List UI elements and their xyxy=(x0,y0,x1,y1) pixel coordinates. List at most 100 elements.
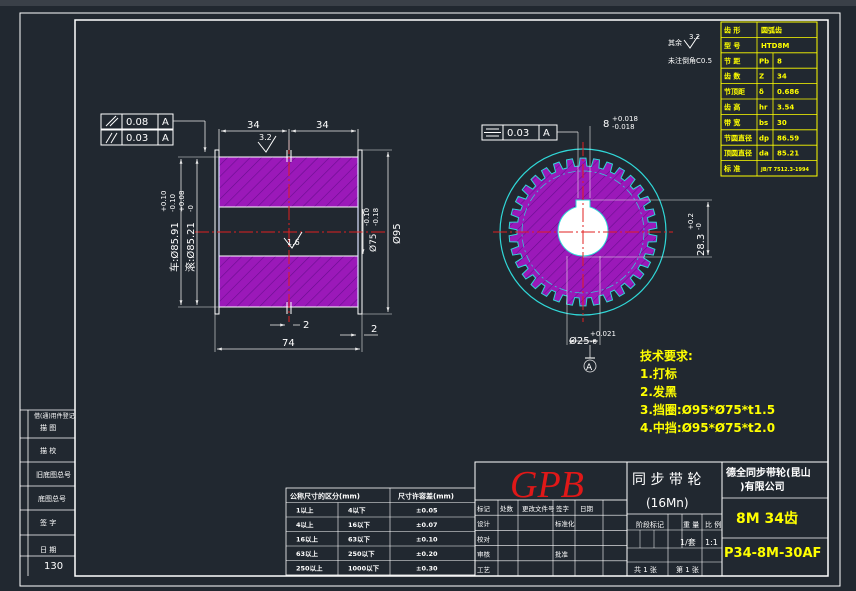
dim-keyway-tol-lower: -0.018 xyxy=(612,123,635,131)
drawing-scale: 1:1 xyxy=(705,538,718,547)
tol-row-value: ±0.05 xyxy=(416,507,438,515)
tol-row-to: 250以下 xyxy=(348,550,375,558)
revision-row-label: 工艺 xyxy=(477,566,491,574)
svg-text:0.03: 0.03 xyxy=(126,133,148,144)
dim-od-outer: 车:Ø85.91 xyxy=(168,222,181,272)
svg-text:借(通)用件登记: 借(通)用件登记 xyxy=(34,412,75,420)
dim-gap-flange: 2 xyxy=(371,324,377,335)
tech-req-title: 技术要求: xyxy=(640,348,693,363)
dim-od-outer-tol-upper: +0.10 xyxy=(160,191,168,212)
dim-od-inner-tol-upper: +0.08 xyxy=(178,191,186,212)
tol-row-value: ±0.20 xyxy=(416,550,438,558)
param-row-value: 86.59 xyxy=(777,134,799,142)
dim-keyway-depth-tol-upper: +0.2 xyxy=(687,213,695,230)
dim-bore: Ø75 xyxy=(368,233,379,252)
part-name: 同 步 带 轮 xyxy=(632,472,701,488)
param-row-label: 型 号 xyxy=(724,41,740,50)
revision-header: 更改文件号 xyxy=(522,504,555,513)
svg-text:A: A xyxy=(162,133,169,144)
tol-row-to: 4以下 xyxy=(348,507,366,515)
svg-text:比 例: 比 例 xyxy=(705,520,721,529)
svg-text:3.2: 3.2 xyxy=(689,33,700,41)
revision-row-right: 标准化 xyxy=(555,519,575,528)
tolerance-frame-symmetry: 0.03 A xyxy=(481,124,558,141)
right-gear-view: 0.03 A 8 +0.018 -0.018 28.3 +0.2 -0 Ø25 … xyxy=(481,115,712,373)
technical-requirements: 技术要求: 1.打标 2.发黑 3.挡圈:Ø95*Ø75*t1.5 4.中挡:Ø… xyxy=(640,348,775,435)
dim-left-34: 34 xyxy=(247,120,260,131)
tol-row-value: ±0.07 xyxy=(416,521,437,529)
tolerance-frame-parallel: 0.03 A xyxy=(100,129,174,146)
tech-req-2: 2.发黑 xyxy=(640,384,677,399)
param-row-symbol: δ xyxy=(759,88,764,96)
tolerance-frame-runout: 0.08 A xyxy=(100,113,174,130)
tol-row-from: 63以上 xyxy=(296,549,319,558)
svg-text:签 字: 签 字 xyxy=(40,518,56,527)
dim-keyway-depth: 28.3 xyxy=(696,234,707,256)
tol-row-to: 16以下 xyxy=(348,521,371,529)
tol-row-value: ±0.10 xyxy=(416,536,438,544)
svg-text:描 图: 描 图 xyxy=(40,423,56,432)
param-row-label: 齿 数 xyxy=(724,72,741,81)
tol-row-value: ±0.30 xyxy=(416,565,438,573)
dim-gap-middle: 2 xyxy=(303,320,309,331)
tol-header-range: 公称尺寸的区分(mm) xyxy=(290,492,360,501)
revision-row-label: 设计 xyxy=(477,519,491,528)
svg-text:共 1 张: 共 1 张 xyxy=(634,565,657,574)
param-row-label: 齿 高 xyxy=(724,103,740,112)
dim-bore-tol-lower: -0.18 xyxy=(372,208,380,226)
dim-keyway-tol-upper: +0.018 xyxy=(612,115,638,123)
svg-text:底图总号: 底图总号 xyxy=(38,494,66,503)
param-row-value: 34 xyxy=(777,73,787,81)
company-line-2: )有限公司 xyxy=(740,480,785,493)
param-row-symbol: bs xyxy=(759,119,768,127)
param-row-symbol: da xyxy=(759,150,769,158)
tol-row-from: 250以上 xyxy=(296,564,323,573)
dim-od-inner-tol-lower: -0 xyxy=(187,205,195,212)
param-row-value: 0.686 xyxy=(777,88,799,96)
svg-text:第 1 张: 第 1 张 xyxy=(676,565,699,574)
tol-row-from: 16以上 xyxy=(296,535,319,544)
param-row-label: 节顶距 xyxy=(724,87,745,96)
dim-bore-25-tol-upper: +0.021 xyxy=(590,330,616,338)
revision-row-label: 校对 xyxy=(477,534,491,543)
dim-bore-tol-upper: -0.10 xyxy=(363,208,371,226)
tech-req-1: 1.打标 xyxy=(640,366,677,381)
dim-od-inner: 滚:Ø85.21 xyxy=(184,222,197,272)
company-line-1: 德全同步带轮(昆山 xyxy=(725,466,811,479)
svg-text:旧底图总号: 旧底图总号 xyxy=(36,470,71,479)
svg-text:未注倒角C0.5: 未注倒角C0.5 xyxy=(668,56,712,65)
svg-text:阶段标记: 阶段标记 xyxy=(636,520,664,529)
cad-drawing-canvas: 34 34 3.2 1.6 0.08 A 0.03 A 车:Ø85.91 +0.… xyxy=(0,0,856,587)
param-row-label: 带 宽 xyxy=(724,118,740,127)
dim-keyway-depth-tol-lower: -0 xyxy=(695,223,703,230)
revision-header: 处数 xyxy=(500,504,514,513)
tol-row-from: 4以上 xyxy=(296,520,314,529)
param-row-symbol: Pb xyxy=(759,57,769,65)
param-row-symbol: hr xyxy=(759,104,768,112)
gear-parameter-table: 齿 形 圆弧齿型 号 HTD8M 节 距 Pb 8 齿 数 Z 34 节顶距 δ 0.686 齿 高 hr… xyxy=(720,21,818,177)
tol-row-to: 1000以下 xyxy=(348,565,380,573)
svg-text:重 量: 重 量 xyxy=(683,521,699,529)
roughness-1-6: 1.6 xyxy=(287,238,300,247)
dim-keyway: 8 xyxy=(603,119,609,130)
param-row-value: 圆弧齿 xyxy=(761,26,782,35)
dim-flange: Ø95 xyxy=(391,223,403,244)
tech-req-4: 4.中挡:Ø95*Ø75*t2.0 xyxy=(640,420,775,435)
tol-row-to: 63以下 xyxy=(348,536,371,544)
param-row-symbol: dp xyxy=(759,134,769,142)
svg-text:A: A xyxy=(586,363,593,373)
title-block: GPB 同 步 带 轮 (16Mn) 德全同步带轮(昆山 )有限公司 8M 34… xyxy=(474,461,829,577)
svg-text:A: A xyxy=(162,117,169,128)
param-row-label: 节 距 xyxy=(724,56,740,65)
svg-text:日 期: 日 期 xyxy=(40,546,56,554)
window-top-strip xyxy=(0,0,856,6)
param-row-label: 节圆直径 xyxy=(724,133,752,142)
dim-od-outer-tol-lower: -0.10 xyxy=(169,194,177,212)
svg-text:0.03: 0.03 xyxy=(507,128,529,139)
svg-text:其余: 其余 xyxy=(668,38,682,47)
tol-row-from: 1以上 xyxy=(296,506,314,515)
roughness-3-2: 3.2 xyxy=(259,133,272,142)
tolerance-table: 公称尺寸的区分(mm) 尺寸许容差(mm) 1以上 4以下 ±0.05 4以上 16以下 ±0… xyxy=(285,487,476,576)
dim-bore-25: Ø25 xyxy=(569,335,590,347)
revision-header: 签字 xyxy=(556,504,570,513)
